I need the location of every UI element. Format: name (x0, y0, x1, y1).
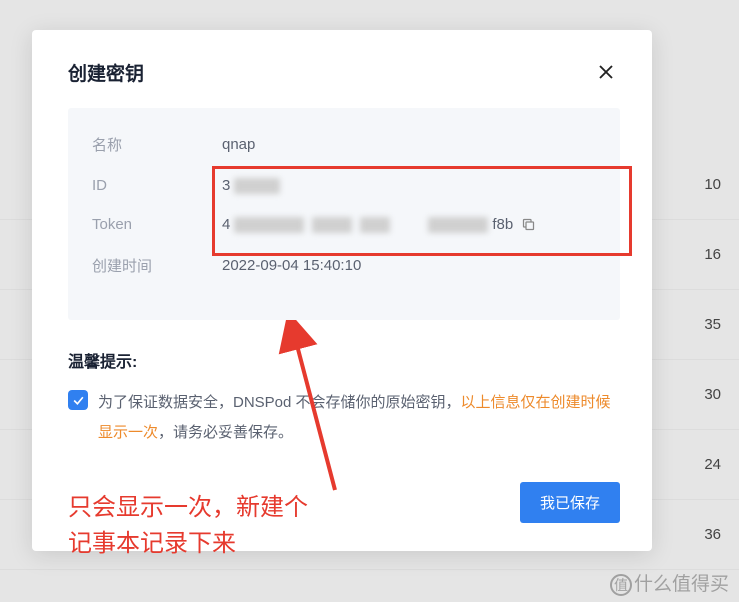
check-icon (72, 394, 85, 407)
close-icon (597, 63, 615, 81)
watermark-icon: 值 (610, 574, 632, 596)
create-key-modal: 创建密钥 名称 qnap ID 3 Token 4 f8 (32, 30, 652, 551)
hint-title: 温馨提示: (68, 348, 620, 372)
redacted-id (234, 178, 280, 194)
hint-checkbox[interactable] (68, 390, 88, 410)
copy-icon (521, 217, 536, 232)
key-info-panel: 名称 qnap ID 3 Token 4 f8b (68, 108, 620, 320)
copy-token-button[interactable] (521, 217, 536, 232)
modal-footer: 我已保存 (32, 448, 652, 551)
token-label: Token (92, 216, 222, 233)
name-value: qnap (222, 136, 255, 153)
name-label: 名称 (92, 134, 222, 155)
close-button[interactable] (592, 58, 620, 86)
redacted-token (428, 217, 488, 233)
save-button[interactable]: 我已保存 (520, 482, 620, 523)
hint-item: 为了保证数据安全，DNSPod 不会存储你的原始密钥，以上信息仅在创建时候显示一… (68, 388, 620, 448)
redacted-token (360, 217, 390, 233)
info-row-token: Token 4 f8b (92, 216, 596, 233)
info-row-created: 创建时间 2022-09-04 15:40:10 (92, 255, 596, 276)
token-value: 4 f8b (222, 216, 536, 233)
redacted-token (234, 217, 304, 233)
info-row-id: ID 3 (92, 177, 596, 194)
created-label: 创建时间 (92, 255, 222, 276)
watermark: 值什么值得买 (610, 569, 729, 596)
hint-text: 为了保证数据安全，DNSPod 不会存储你的原始密钥，以上信息仅在创建时候显示一… (98, 388, 620, 448)
id-label: ID (92, 177, 222, 194)
hint-section: 温馨提示: 为了保证数据安全，DNSPod 不会存储你的原始密钥，以上信息仅在创… (68, 348, 620, 448)
info-row-name: 名称 qnap (92, 134, 596, 155)
created-value: 2022-09-04 15:40:10 (222, 257, 361, 274)
modal-title: 创建密钥 (68, 59, 144, 86)
id-value: 3 (222, 177, 284, 194)
redacted-token (312, 217, 352, 233)
modal-header: 创建密钥 (32, 30, 652, 108)
